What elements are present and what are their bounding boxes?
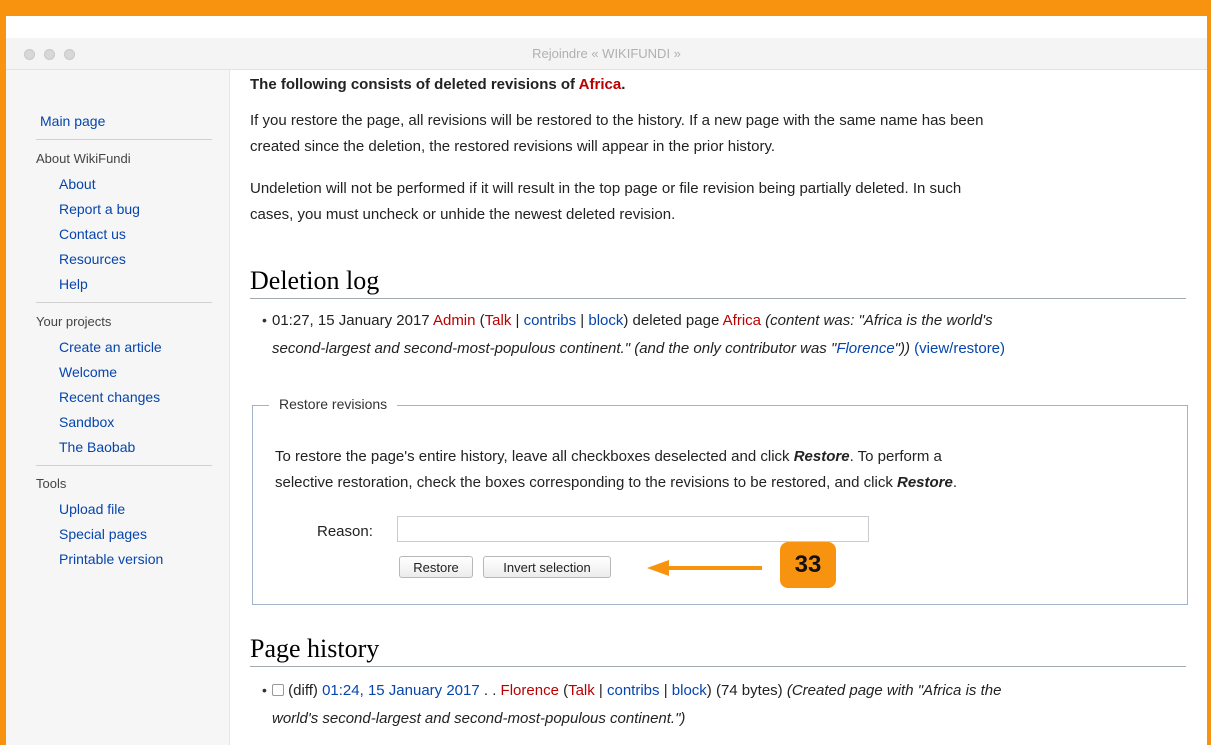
sidebar-divider xyxy=(36,465,212,466)
intro-page-link[interactable]: Africa xyxy=(579,76,622,93)
restore-revisions-fieldset: Restore revisions To restore the page's … xyxy=(252,396,1188,605)
heading-rule xyxy=(250,666,1186,667)
sidebar-heading-tools: Tools xyxy=(36,476,67,491)
log-talk-link[interactable]: Talk xyxy=(485,312,512,329)
instruction-emphasis: Restore xyxy=(897,474,953,491)
log-contribs-link[interactable]: contribs xyxy=(524,312,577,329)
punct: | xyxy=(511,312,524,329)
annotation-arrow-icon xyxy=(647,560,669,576)
sidebar-heading-projects: Your projects xyxy=(36,314,112,329)
diff-label: (diff) xyxy=(288,682,318,699)
window-titlebar: Rejoindre « WIKIFUNDI » xyxy=(6,38,1207,70)
page-history-entry-line2: world's second-largest and second-most-p… xyxy=(272,710,686,727)
sidebar-item-help[interactable]: Help xyxy=(59,276,88,292)
sidebar-divider xyxy=(36,302,212,303)
revision-checkbox[interactable] xyxy=(272,684,284,696)
deletion-log-heading: Deletion log xyxy=(250,266,380,295)
log-block-link[interactable]: block xyxy=(588,312,623,329)
intro-text: The following consists of deleted revisi… xyxy=(250,76,579,93)
log-contributor-link[interactable]: Florence xyxy=(836,340,894,357)
paragraph-line: Undeletion will not be performed if it w… xyxy=(250,180,962,197)
sidebar-heading-about: About WikiFundi xyxy=(36,151,131,166)
punct: | xyxy=(576,312,589,329)
punct: ( xyxy=(558,682,569,699)
log-content-text: (content was: "Africa is the world's xyxy=(761,312,993,329)
sidebar-item-report-bug[interactable]: Report a bug xyxy=(59,201,140,217)
sidebar-item-recent-changes[interactable]: Recent changes xyxy=(59,389,160,405)
orange-frame-right xyxy=(1207,0,1211,745)
restore-button[interactable]: Restore xyxy=(399,556,473,578)
paragraph-line: cases, you must uncheck or unhide the ne… xyxy=(250,206,676,223)
undeletion-note-paragraph: Undeletion will not be performed if it w… xyxy=(250,176,961,228)
intro-period: . xyxy=(621,76,626,93)
restore-instructions-line2: selective restoration, check the boxes c… xyxy=(275,470,957,496)
instruction-emphasis: Restore xyxy=(793,448,850,465)
punct: . . xyxy=(479,682,501,699)
revision-size: (74 bytes) xyxy=(711,682,787,699)
step-badge: 33 xyxy=(780,542,836,588)
paragraph-line: created since the deletion, the restored… xyxy=(250,138,775,155)
bullet-icon: • xyxy=(262,682,267,698)
sidebar-item-special-pages[interactable]: Special pages xyxy=(59,526,147,542)
log-action: deleted page xyxy=(628,312,723,329)
sidebar-item-about[interactable]: About xyxy=(59,176,96,192)
annotation-arrow-shaft xyxy=(668,566,762,570)
sidebar-item-resources[interactable]: Resources xyxy=(59,251,126,267)
sidebar-item-contact[interactable]: Contact us xyxy=(59,226,126,242)
bullet-icon: • xyxy=(262,312,267,328)
reason-label: Reason: xyxy=(317,523,373,540)
history-contribs-link[interactable]: contribs xyxy=(607,682,660,699)
deletion-log-entry: 01:27, 15 January 2017 Admin (Talk | con… xyxy=(272,308,993,334)
sidebar-item-baobab[interactable]: The Baobab xyxy=(59,439,135,455)
sidebar-item-main-page[interactable]: Main page xyxy=(40,113,105,129)
restore-revisions-legend: Restore revisions xyxy=(269,396,398,412)
log-content-text: ")) xyxy=(894,340,910,357)
punct: | xyxy=(594,682,607,699)
intro-heading: The following consists of deleted revisi… xyxy=(250,76,625,93)
page-history-entry: (diff) 01:24, 15 January 2017 . . Floren… xyxy=(272,678,1001,704)
invert-selection-button[interactable]: Invert selection xyxy=(483,556,611,578)
sidebar-item-create-article[interactable]: Create an article xyxy=(59,339,162,355)
restore-instructions-line1: To restore the page's entire history, le… xyxy=(275,444,942,470)
sidebar-divider xyxy=(36,139,212,140)
history-user-link[interactable]: Florence xyxy=(501,682,559,699)
sidebar-item-upload-file[interactable]: Upload file xyxy=(59,501,125,517)
instruction-text: . To perform a xyxy=(849,448,942,465)
history-block-link[interactable]: block xyxy=(672,682,707,699)
revision-timestamp-link[interactable]: 01:24, 15 January 2017 xyxy=(322,682,480,699)
reason-input[interactable] xyxy=(397,516,869,542)
edit-summary: (Created page with "Africa is the xyxy=(786,682,1002,699)
heading-rule xyxy=(250,298,1186,299)
sidebar-item-sandbox[interactable]: Sandbox xyxy=(59,414,114,430)
log-timestamp: 01:27, 15 January 2017 xyxy=(272,312,430,329)
deletion-log-entry-line2: second-largest and second-most-populous … xyxy=(272,336,1005,362)
history-talk-link[interactable]: Talk xyxy=(568,682,595,699)
sidebar-item-welcome[interactable]: Welcome xyxy=(59,364,117,380)
paragraph-line: If you restore the page, all revisions w… xyxy=(250,112,984,129)
window-title: Rejoindre « WIKIFUNDI » xyxy=(532,46,681,61)
restore-info-paragraph: If you restore the page, all revisions w… xyxy=(250,108,983,160)
log-page-link[interactable]: Africa xyxy=(723,312,761,329)
view-restore-link[interactable]: (view/restore) xyxy=(914,340,1005,357)
orange-frame-top xyxy=(0,0,1211,16)
punct: ( xyxy=(475,312,485,329)
instruction-text: . xyxy=(952,474,958,491)
instruction-text: selective restoration, check the boxes c… xyxy=(275,474,897,491)
sidebar: Main page About WikiFundi About Report a… xyxy=(6,70,230,745)
page-history-heading: Page history xyxy=(250,634,380,663)
punct: | xyxy=(659,682,672,699)
instruction-text: To restore the page's entire history, le… xyxy=(275,448,794,465)
log-content-text: second-largest and second-most-populous … xyxy=(272,340,837,357)
sidebar-item-printable-version[interactable]: Printable version xyxy=(59,551,163,567)
log-user-link[interactable]: Admin xyxy=(433,312,476,329)
